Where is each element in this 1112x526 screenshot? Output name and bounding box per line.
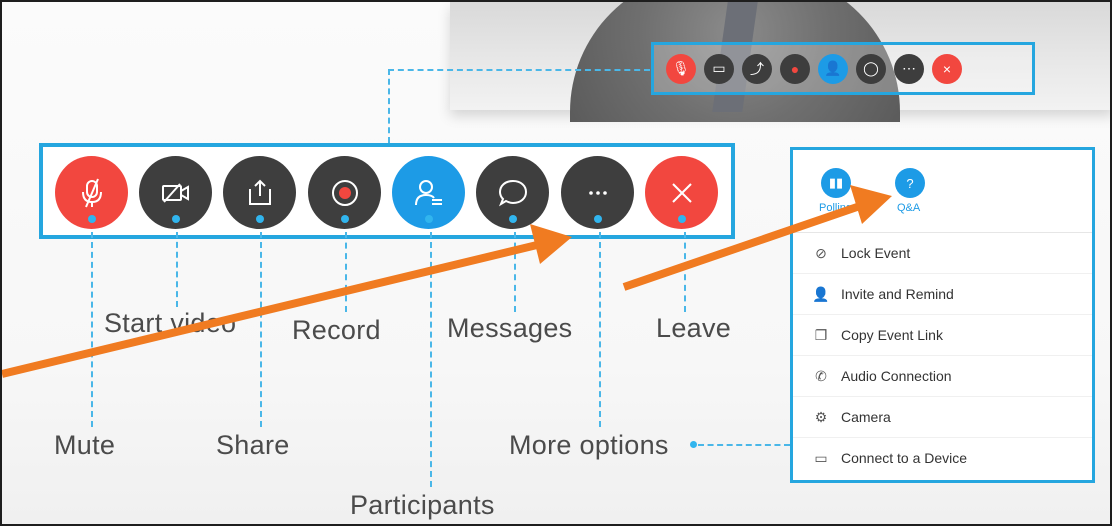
arrow-to-qa [622, 185, 892, 291]
arrow-to-more-options [2, 224, 572, 378]
annotation-arrows [2, 185, 892, 378]
screenshot-frame: 🎙 ▭ ⤴ ● 👤 ◯ ⋯ × Start video Record Messa… [0, 0, 1112, 526]
